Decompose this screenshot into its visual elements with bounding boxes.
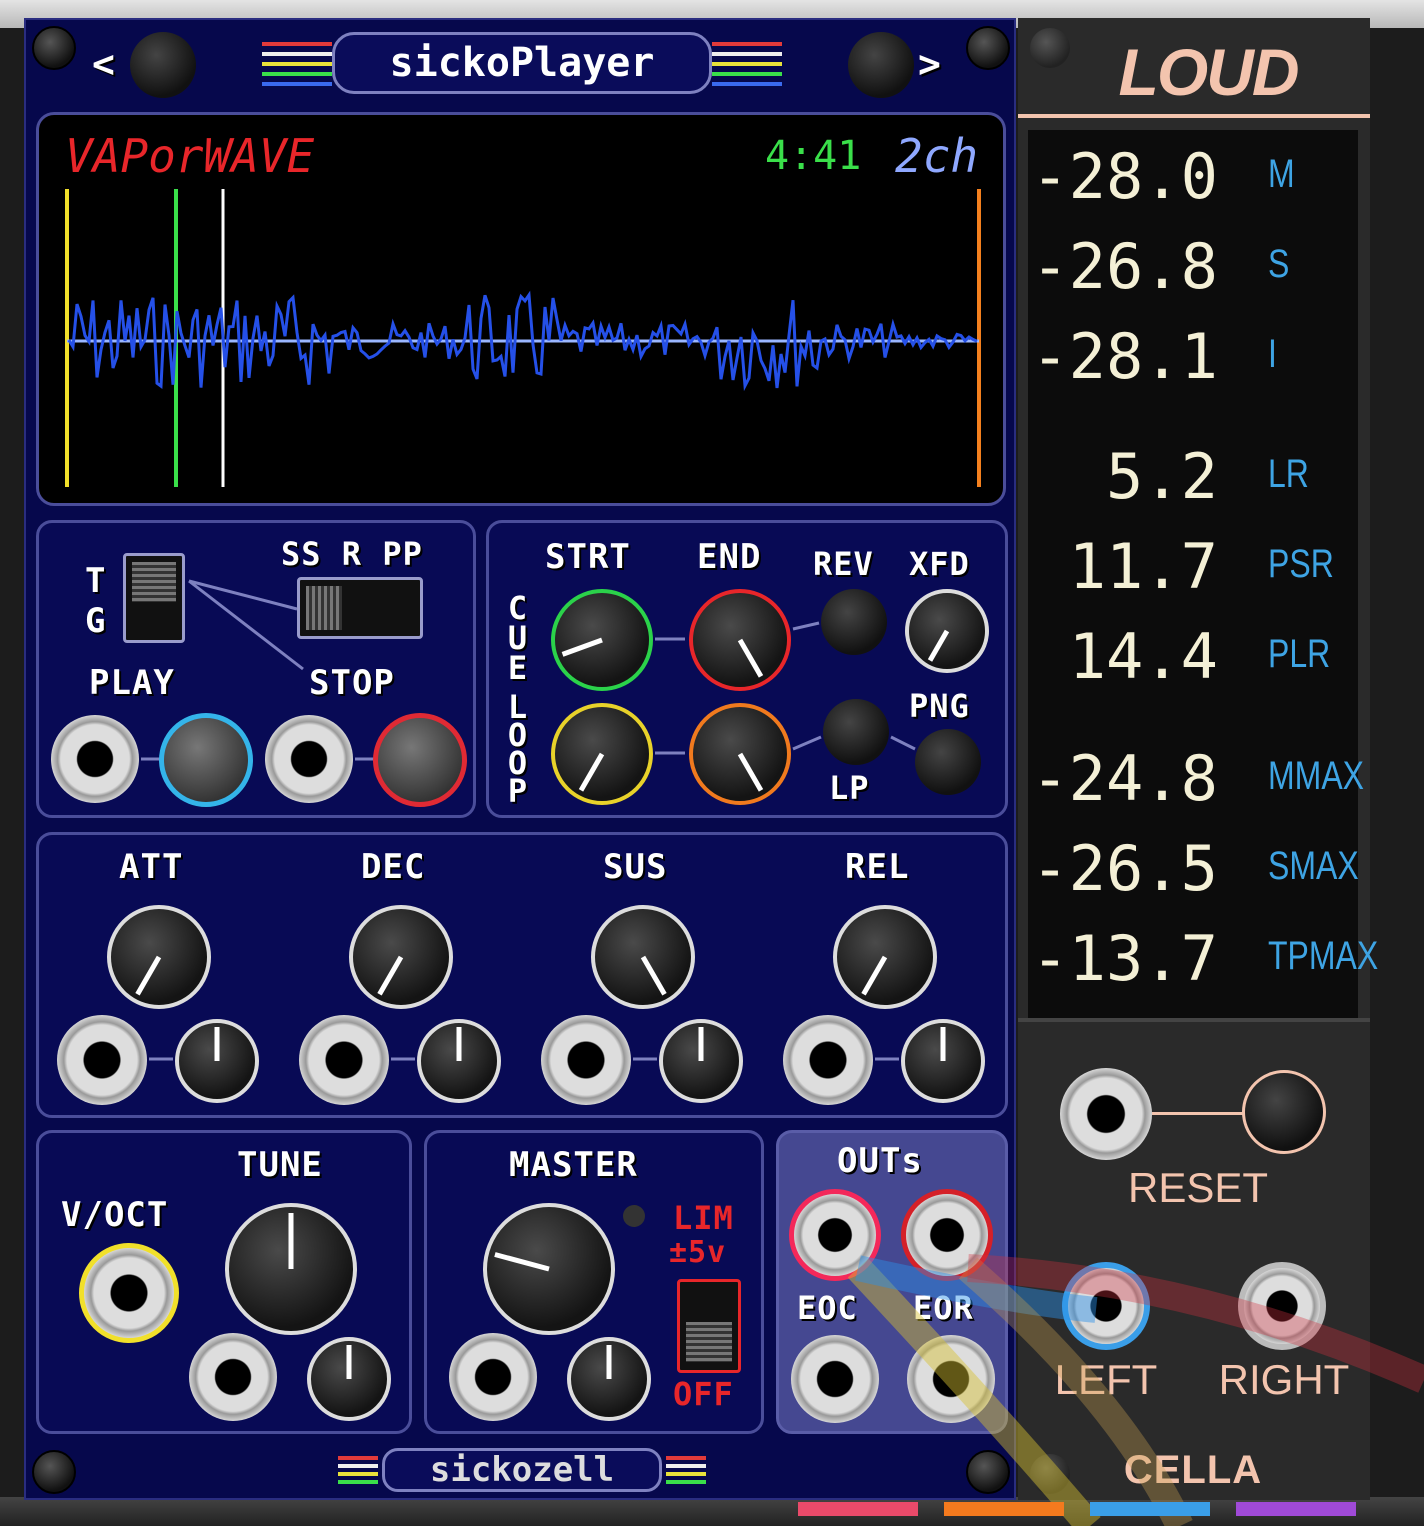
play-button[interactable]	[159, 713, 253, 807]
right-label: RIGHT	[1218, 1356, 1350, 1403]
play-trigger-input-jack[interactable]	[51, 715, 139, 803]
cable-color-tab[interactable]	[944, 1502, 1064, 1516]
waveform-graphic	[65, 189, 981, 487]
loudness-range-value: 5.2	[1106, 440, 1218, 513]
screw-icon	[32, 26, 76, 70]
right-input-jack[interactable]	[1238, 1262, 1326, 1350]
voct-input-jack[interactable]	[79, 1243, 179, 1343]
next-sample-label: >	[918, 42, 942, 86]
brand-logo: sickozell	[382, 1448, 662, 1492]
loud-module: LOUD -28.0 M -26.8 S -28.1 I 5.2 LR 11.7…	[1018, 18, 1378, 1500]
cable-color-tab[interactable]	[798, 1502, 918, 1516]
momentary-max-unit: MMAX	[1268, 754, 1364, 798]
integrated-value: -28.1	[1031, 320, 1218, 393]
short-term-value: -26.8	[1031, 230, 1218, 303]
right-output-jack[interactable]	[901, 1189, 993, 1281]
prev-sample-label: <	[92, 42, 116, 86]
master-panel: MASTER LIM ±5v OFF	[424, 1130, 764, 1434]
master-label: MASTER	[509, 1145, 638, 1185]
stop-trigger-input-jack[interactable]	[265, 715, 353, 803]
reset-input-jack[interactable]	[1060, 1068, 1152, 1160]
eoc-output-jack[interactable]	[791, 1335, 879, 1423]
limiter-led	[623, 1205, 645, 1227]
envelope-connector-lines	[149, 1057, 899, 1061]
eoc-label: EOC	[797, 1289, 858, 1327]
reset-button[interactable]	[1242, 1070, 1326, 1154]
psr-unit: PSR	[1268, 542, 1334, 586]
tune-panel: TUNE V/OCT	[36, 1130, 412, 1434]
tune-cv-attenuator-knob[interactable]	[307, 1337, 391, 1421]
screw-icon	[966, 1450, 1010, 1494]
next-sample-button[interactable]	[848, 32, 914, 98]
cable-color-tab[interactable]	[1236, 1502, 1356, 1516]
loudness-range-unit: LR	[1268, 452, 1309, 496]
cella-brand-logo: CELLA	[1123, 1448, 1263, 1492]
true-peak-max-unit: TPMAX	[1268, 934, 1379, 978]
limiter-range-label: ±5v	[669, 1235, 727, 1270]
plr-unit: PLR	[1268, 632, 1331, 676]
limiter-off-label: OFF	[673, 1375, 734, 1413]
module-title: sickoPlayer	[332, 32, 712, 94]
prev-sample-button[interactable]	[130, 32, 196, 98]
screw-icon	[32, 1450, 76, 1494]
waveform-display[interactable]: VAPorWAVE 4:41 2ch	[36, 112, 1006, 506]
left-input-jack[interactable]	[1062, 1262, 1150, 1350]
reset-label: RESET	[1128, 1164, 1269, 1211]
play-label: PLAY	[89, 663, 175, 703]
master-volume-knob[interactable]	[483, 1203, 615, 1335]
outs-panel: OUTs EOC EOR	[776, 1130, 1008, 1434]
cable-color-tab[interactable]	[1090, 1502, 1210, 1516]
loud-divider	[1018, 1018, 1370, 1022]
loud-title-underline	[1018, 114, 1370, 118]
envelope-panel: ATT DEC SUS REL	[36, 832, 1008, 1118]
reset-connector-line	[1152, 1112, 1244, 1115]
limiter-label: LIM	[673, 1199, 734, 1237]
tune-label: TUNE	[237, 1145, 323, 1185]
momentary-value: -28.0	[1031, 140, 1218, 213]
momentary-unit: M	[1268, 152, 1295, 196]
voct-label: V/OCT	[61, 1195, 169, 1235]
integrated-unit: I	[1268, 332, 1277, 376]
left-label: LEFT	[1054, 1356, 1158, 1403]
short-term-max-value: -26.5	[1031, 832, 1218, 905]
cue-loop-panel: CUE LOOP STRT END REV XFD LP PNG	[486, 520, 1008, 818]
screw-icon	[966, 26, 1010, 70]
loud-title: LOUD	[1118, 35, 1300, 109]
loudness-display: -28.0 M -26.8 S -28.1 I 5.2 LR 11.7 PSR …	[1028, 130, 1378, 1020]
stop-button[interactable]	[373, 713, 467, 807]
outs-label: OUTs	[837, 1141, 923, 1181]
short-term-unit: S	[1268, 242, 1290, 286]
sickoplayer-module: < > sickoPlayer VAPorWAVE 4:41 2ch T G S…	[24, 18, 1016, 1500]
screw-icon	[1030, 1454, 1070, 1494]
trigger-panel: T G SS R PP PLAY STOP	[36, 520, 476, 818]
tune-knob[interactable]	[225, 1203, 357, 1335]
master-cv-attenuator-knob[interactable]	[567, 1337, 651, 1421]
momentary-max-value: -24.8	[1031, 742, 1218, 815]
stop-label: STOP	[309, 663, 395, 703]
plr-value: 14.4	[1068, 620, 1218, 693]
eor-label: EOR	[913, 1289, 974, 1327]
cue-connector-lines	[655, 621, 916, 755]
left-output-jack[interactable]	[789, 1189, 881, 1281]
psr-value: 11.7	[1068, 530, 1218, 603]
tune-cv-input-jack[interactable]	[189, 1333, 277, 1421]
master-cv-input-jack[interactable]	[449, 1333, 537, 1421]
rack-rail-bottom	[0, 1497, 1424, 1526]
true-peak-max-value: -13.7	[1031, 922, 1218, 995]
short-term-max-unit: SMAX	[1268, 844, 1359, 888]
limiter-switch[interactable]	[677, 1279, 741, 1373]
eor-output-jack[interactable]	[907, 1335, 995, 1423]
